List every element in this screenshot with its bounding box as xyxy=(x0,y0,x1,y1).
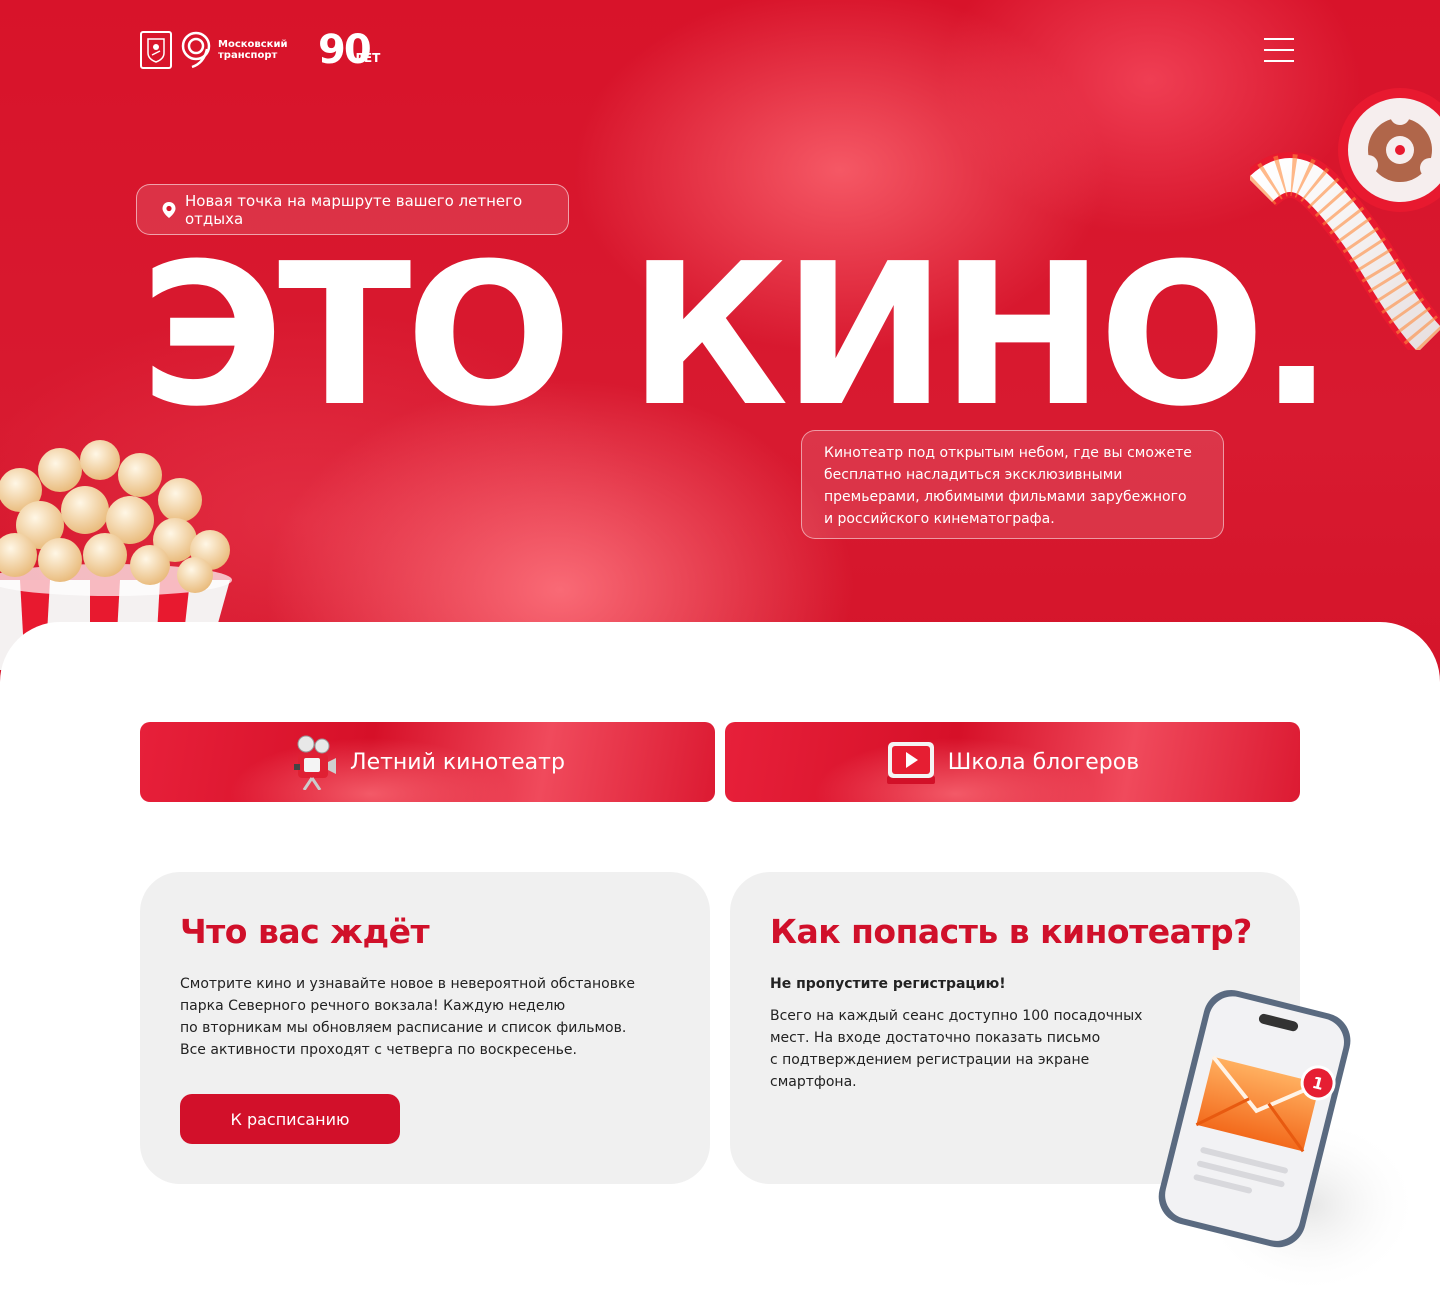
card-how-to-get-text: Всего на каждый сеанс доступно 100 посад… xyxy=(770,1005,1142,1093)
card-text-line: смартфона. xyxy=(770,1074,857,1090)
video-play-icon xyxy=(886,740,936,784)
transport-nine-icon xyxy=(181,31,211,69)
card-text-line: мест. На входе достаточно показать письм… xyxy=(770,1030,1101,1046)
logo-90-number: 90 xyxy=(318,27,372,73)
header-logos: Московский транспорт 90 ЛЕТ xyxy=(140,27,381,73)
logo-transport-line1: Московский xyxy=(218,39,288,50)
tab-blogger-school[interactable]: Школа блогеров xyxy=(725,722,1300,802)
hero-title: ЭТО КИНО. xyxy=(140,222,1334,450)
hero-description-line: и российского кинематографа. xyxy=(824,511,1055,527)
card-what-awaits-text: Смотрите кино и узнавайте новое в неверо… xyxy=(180,973,635,1061)
hero-description-line: бесплатно насладиться эксклюзивными xyxy=(824,467,1123,483)
hero-section: Московский транспорт 90 ЛЕТ Новая точка … xyxy=(0,0,1440,720)
card-text-line: с подтверждением регистрации на экране xyxy=(770,1052,1090,1068)
location-pin-icon xyxy=(161,201,177,219)
tab-summer-cinema-label: Летний кинотеатр xyxy=(350,749,565,775)
logo-90-word: ЛЕТ xyxy=(354,51,381,65)
card-text-line: Всего на каждый сеанс доступно 100 посад… xyxy=(770,1008,1143,1024)
card-text-line: Все активности проходят с четверга по во… xyxy=(180,1042,577,1058)
metro-90-years-logo[interactable]: 90 ЛЕТ xyxy=(318,27,381,73)
schedule-button[interactable]: К расписанию xyxy=(180,1094,400,1144)
tab-summer-cinema[interactable]: Летний кинотеатр xyxy=(140,722,715,802)
moscow-transport-logo[interactable]: Московский транспорт xyxy=(180,31,288,69)
card-text-line: парка Северного речного вокзала! Каждую … xyxy=(180,998,566,1014)
card-text-line: Смотрите кино и узнавайте новое в неверо… xyxy=(180,976,636,992)
hero-description-line: Кинотеатр под открытым небом, где вы смо… xyxy=(824,445,1192,461)
film-camera-icon xyxy=(290,734,338,790)
tab-blogger-school-label: Школа блогеров xyxy=(947,749,1140,775)
card-how-to-get-subtitle: Не пропустите регистрацию! xyxy=(770,976,1006,992)
hero-description-line: премьерами, любимыми фильмами зарубежног… xyxy=(824,489,1187,505)
card-what-awaits: Что вас ждёт Смотрите кино и узнавайте н… xyxy=(140,872,710,1184)
moscow-crest-icon[interactable] xyxy=(140,31,172,69)
card-what-awaits-title: Что вас ждёт xyxy=(180,912,430,951)
card-how-to-get-title: Как попасть в кинотеатр? xyxy=(770,912,1252,951)
logo-transport-line2: транспорт xyxy=(218,50,278,61)
smartphone-mail-icon: 1 xyxy=(1158,989,1420,1285)
card-text-line: по вторникам мы обновляем расписание и с… xyxy=(180,1020,627,1036)
hero-description: Кинотеатр под открытым небом, где вы смо… xyxy=(801,430,1224,539)
